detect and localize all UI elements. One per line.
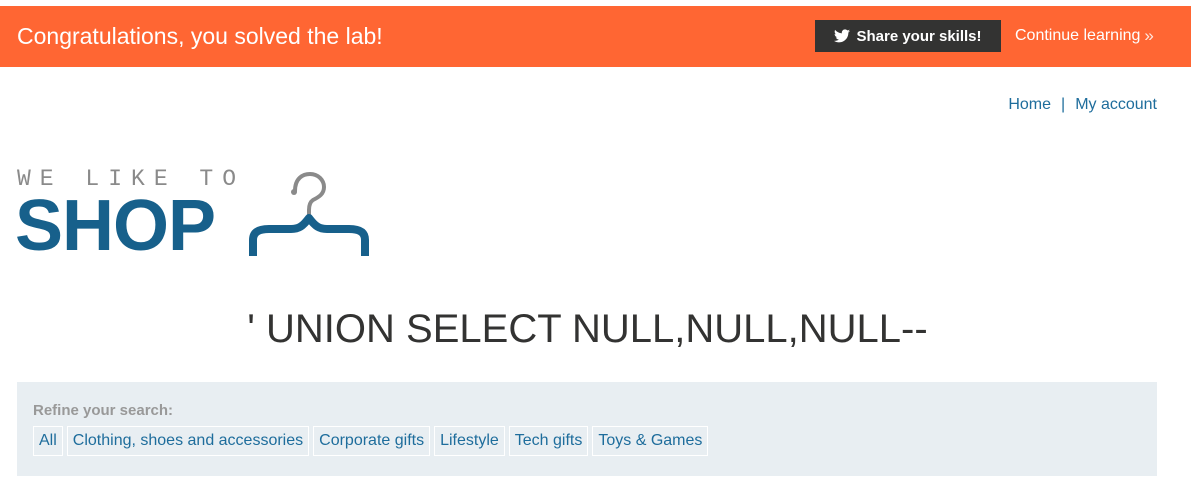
filter-lifestyle[interactable]: Lifestyle [434,426,505,456]
filter-all[interactable]: All [33,426,63,456]
twitter-icon [834,29,851,43]
filter-clothing-shoes-accessories[interactable]: Clothing, shoes and accessories [66,426,310,456]
top-navigation: Home | My account [1008,96,1157,114]
lab-solved-banner: Congratulations, you solved the lab! Sha… [0,6,1191,67]
share-skills-label: Share your skills! [856,27,982,45]
double-chevron-right-icon: » [1144,26,1154,45]
page-title: ' UNION SELECT NULL,NULL,NULL-- [247,307,928,351]
banner-message: Congratulations, you solved the lab! [17,23,383,49]
nav-my-account-link[interactable]: My account [1075,96,1157,114]
filter-list: All Clothing, shoes and accessories Corp… [33,426,709,456]
nav-home-link[interactable]: Home [1008,96,1051,114]
filter-toys-games[interactable]: Toys & Games [592,426,709,456]
filter-panel: Refine your search: All Clothing, shoes … [17,382,1157,476]
filter-tech-gifts[interactable]: Tech gifts [508,426,589,456]
nav-separator: | [1061,96,1066,113]
hanger-icon [249,171,369,256]
filter-corporate-gifts[interactable]: Corporate gifts [313,426,431,456]
logo-word: SHOP [15,186,216,266]
filter-label: Refine your search: [33,402,174,419]
continue-learning-label: Continue learning [1015,27,1141,44]
continue-learning-link[interactable]: Continue learning » [1015,20,1154,52]
shop-logo[interactable]: WE LIKE TO SHOP [15,166,377,266]
share-skills-button[interactable]: Share your skills! [815,20,1001,52]
